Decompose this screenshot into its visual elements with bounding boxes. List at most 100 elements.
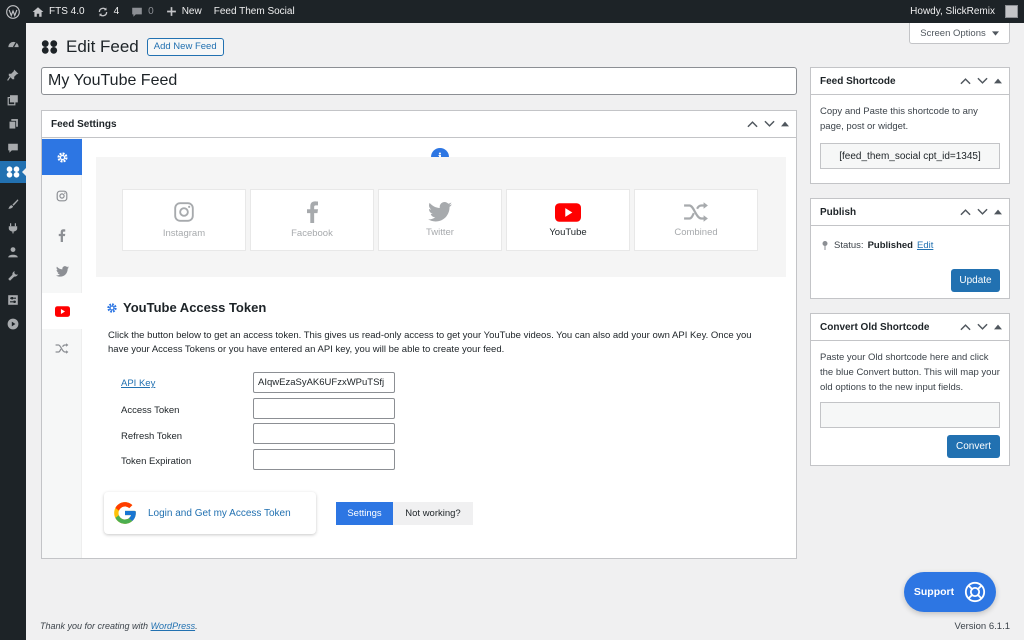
youtube-token-heading: YouTube Access Token	[106, 300, 266, 315]
support-label: Support	[913, 586, 955, 598]
feed-type-tabs	[42, 138, 83, 558]
sidebar-item-settings[interactable]	[0, 289, 26, 311]
token-expiration-label: Token Expiration	[121, 456, 192, 467]
sidebar-item-users[interactable]	[0, 241, 26, 263]
caret-down-icon	[991, 30, 999, 36]
google-icon	[114, 502, 136, 524]
my-account-menu[interactable]: Howdy, SlickRemix	[904, 0, 1024, 23]
pages-icon	[8, 119, 18, 130]
convert-description: Paste your Old shortcode here and click …	[820, 352, 1000, 393]
not-working-button[interactable]: Not working?	[393, 502, 473, 525]
chevron-up-icon[interactable]	[747, 120, 758, 128]
footer-version: Version 6.1.1	[954, 621, 1010, 632]
settings-button[interactable]: Settings	[336, 502, 393, 525]
api-key-input[interactable]	[253, 372, 395, 393]
refresh-token-input[interactable]	[253, 423, 395, 444]
access-token-input[interactable]	[253, 398, 395, 419]
screen-options-button[interactable]: Screen Options	[909, 23, 1010, 44]
new-label: New	[181, 6, 202, 17]
sidebar-item-tools[interactable]	[0, 265, 26, 287]
tab-facebook[interactable]	[42, 217, 82, 253]
sidebar-item-appearance[interactable]	[0, 193, 26, 215]
settings-icon	[8, 295, 18, 305]
gear-icon	[56, 151, 68, 163]
feed-type-selector: Instagram Facebook Twitter YouTube Combi…	[96, 157, 786, 277]
sidebar-item-media[interactable]	[0, 89, 26, 111]
social-card-facebook[interactable]: Facebook	[250, 189, 374, 251]
tab-instagram[interactable]	[42, 178, 82, 214]
pin-icon	[822, 241, 828, 250]
toggle-panel-icon[interactable]	[781, 121, 789, 127]
access-token-label: Access Token	[121, 405, 180, 416]
page-header: Edit Feed Add New Feed	[41, 37, 224, 57]
facebook-icon	[306, 201, 318, 223]
feed-them-social-menu[interactable]: Feed Them Social	[208, 0, 301, 23]
chevron-up-icon[interactable]	[960, 323, 971, 331]
convert-button[interactable]: Convert	[947, 435, 1000, 458]
footer-thanks-prefix: Thank you for creating with	[40, 621, 151, 631]
sidebar-item-collapse[interactable]	[0, 313, 26, 335]
sidebar-item-posts[interactable]	[0, 64, 26, 86]
feed-shortcode-header: Feed Shortcode	[811, 68, 1009, 95]
gear-icon	[107, 302, 117, 313]
combined-streams-icon	[55, 342, 69, 354]
wordpress-link[interactable]: WordPress	[151, 621, 196, 631]
toggle-panel-icon[interactable]	[994, 209, 1002, 215]
update-button[interactable]: Update	[951, 269, 1000, 292]
toggle-panel-icon[interactable]	[994, 324, 1002, 330]
screen-options-label: Screen Options	[920, 27, 986, 39]
instagram-icon	[174, 202, 194, 222]
sidebar-item-dashboard[interactable]	[0, 33, 26, 55]
token-expiration-input[interactable]	[253, 449, 395, 470]
comments-menu[interactable]: 0	[125, 0, 160, 23]
tab-general-settings[interactable]	[42, 139, 82, 175]
sidebar-item-comments[interactable]	[0, 137, 26, 159]
social-card-label: Instagram	[162, 228, 206, 239]
toggle-panel-icon[interactable]	[994, 78, 1002, 84]
combined-streams-icon	[684, 202, 708, 222]
status-value: Published	[867, 240, 913, 251]
chevron-down-icon[interactable]	[977, 77, 988, 85]
tab-twitter[interactable]	[42, 253, 82, 289]
social-card-label: Facebook	[291, 228, 333, 239]
publish-header: Publish	[811, 199, 1009, 226]
convert-shortcode-header: Convert Old Shortcode	[811, 314, 1009, 341]
plugin-link: Feed Them Social	[213, 6, 295, 17]
chevron-up-icon[interactable]	[960, 208, 971, 216]
tab-youtube[interactable]	[42, 293, 83, 329]
social-card-combined[interactable]: Combined	[634, 189, 758, 251]
add-new-feed-button[interactable]: Add New Feed	[146, 38, 224, 56]
wrench-icon	[8, 271, 18, 281]
feed-shortcode-box: Feed Shortcode Copy and Paste this short…	[810, 67, 1010, 184]
updates-menu[interactable]: 4	[91, 0, 126, 23]
current-menu-arrow	[22, 167, 27, 177]
edit-status-link[interactable]: Edit	[917, 238, 933, 253]
status-label: Status:	[834, 240, 864, 251]
comments-icon	[8, 143, 18, 153]
old-shortcode-input[interactable]	[820, 402, 1000, 428]
youtube-icon	[555, 202, 581, 222]
youtube-token-description: Click the button below to get an access …	[108, 330, 752, 355]
shortcode-field[interactable]: [feed_them_social cpt_id=1345]	[820, 143, 1000, 169]
site-name-menu[interactable]: FTS 4.0	[26, 0, 91, 23]
tab-combined[interactable]	[42, 330, 82, 366]
instagram-icon	[56, 190, 68, 202]
chevron-up-icon[interactable]	[960, 77, 971, 85]
social-card-twitter[interactable]: Twitter	[378, 189, 502, 251]
sidebar-item-feed-them-social[interactable]	[0, 161, 27, 183]
new-content-menu[interactable]: New	[160, 0, 208, 23]
sidebar-item-pages[interactable]	[0, 113, 26, 135]
wordpress-logo-menu[interactable]	[0, 0, 26, 23]
sidebar-item-plugins[interactable]	[0, 217, 26, 239]
chevron-down-icon[interactable]	[977, 208, 988, 216]
support-button[interactable]: Support	[904, 572, 996, 612]
chevron-down-icon[interactable]	[764, 120, 775, 128]
social-card-youtube[interactable]: YouTube	[506, 189, 630, 251]
post-title-input[interactable]	[41, 67, 797, 95]
chevron-down-icon[interactable]	[977, 323, 988, 331]
api-key-label[interactable]: API Key	[121, 378, 155, 389]
social-card-instagram[interactable]: Instagram	[122, 189, 246, 251]
shortcode-description: Copy and Paste this shortcode to any pag…	[820, 106, 978, 132]
google-login-button[interactable]: Login and Get my Access Token	[104, 492, 316, 534]
site-name: FTS 4.0	[49, 6, 85, 17]
